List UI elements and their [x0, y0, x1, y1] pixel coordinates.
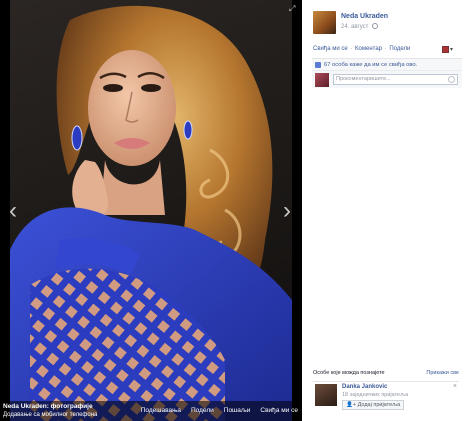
suggestion-name[interactable]: Danka Jankovic [342, 384, 387, 390]
photo[interactable] [10, 0, 292, 421]
audience-selector-icon[interactable]: ▾ [442, 45, 454, 54]
add-friend-icon: 👤+ [346, 402, 357, 408]
viewer-avatar [315, 73, 329, 87]
caption-bar: Neda Ukraden: фотографије Додавање са мо… [0, 401, 302, 421]
chevron-down-icon: ▾ [450, 47, 454, 53]
thumbs-up-icon [315, 62, 321, 68]
photo-viewer: ⤢ ‹ › Neda Ukraden: фотографије Додавање… [0, 0, 302, 421]
share-post-button[interactable]: Подели [389, 46, 410, 52]
mutual-friends-link[interactable]: 18 заједничких пријатеља [342, 392, 408, 398]
album-title[interactable]: Neda Ukraden: фотографије [3, 403, 93, 410]
likes-count-link[interactable]: 67 особа каже да им се свиђа ово. [324, 62, 417, 68]
likes-summary: 67 особа каже да им се свиђа ово. [312, 58, 462, 70]
photo-sidebar: Neda Ukraden 24. август Свиђа ми се · Ко… [302, 0, 468, 421]
separator: · [384, 46, 387, 52]
comment-placeholder: Прокоментаришите... [336, 76, 391, 82]
post-action-row: Свиђа ми се · Коментар · Подели [313, 46, 410, 52]
comment-input[interactable]: Прокоментаришите... [333, 74, 458, 85]
photo-image [10, 5, 292, 421]
post-date: 24. август [341, 23, 379, 30]
author-avatar[interactable] [313, 11, 336, 34]
globe-icon [372, 23, 379, 29]
emoji-icon[interactable] [448, 76, 455, 83]
add-friend-label: Додај пријатеља [357, 402, 401, 408]
like-page-button[interactable]: Свиђа ми се [260, 407, 298, 414]
author-name[interactable]: Neda Ukraden [341, 13, 388, 20]
chevron-right-icon[interactable]: › [280, 198, 294, 224]
chevron-left-icon[interactable]: ‹ [6, 198, 20, 224]
like-button[interactable]: Свиђа ми се [313, 46, 348, 52]
separator: · [350, 46, 353, 52]
comment-composer: Прокоментаришите... [312, 70, 462, 88]
close-icon[interactable]: × [453, 383, 457, 390]
options-button[interactable]: Подешавања [141, 407, 181, 414]
pymk-title: Особе које можда познајете [313, 370, 385, 376]
post-date-text[interactable]: 24. август [341, 24, 368, 30]
see-all-link[interactable]: Прикажи све [426, 370, 459, 376]
pymk-card: Danka Jankovic 18 заједничких пријатеља … [313, 381, 459, 411]
suggestion-avatar[interactable] [315, 384, 337, 406]
album-subtitle[interactable]: Додавање са мобилног телефона [3, 412, 97, 418]
send-button[interactable]: Пошаљи [224, 407, 251, 414]
flag-icon [442, 46, 449, 53]
photo-actions: Подешавања Подели Пошаљи Свиђа ми се [141, 407, 298, 414]
add-friend-button[interactable]: 👤+ Додај пријатеља [342, 400, 405, 410]
pymk-header: Особе које можда познајете Прикажи све [313, 370, 459, 380]
share-button[interactable]: Подели [191, 407, 214, 414]
expand-icon[interactable]: ⤢ [289, 4, 298, 13]
comment-button[interactable]: Коментар [355, 46, 382, 52]
